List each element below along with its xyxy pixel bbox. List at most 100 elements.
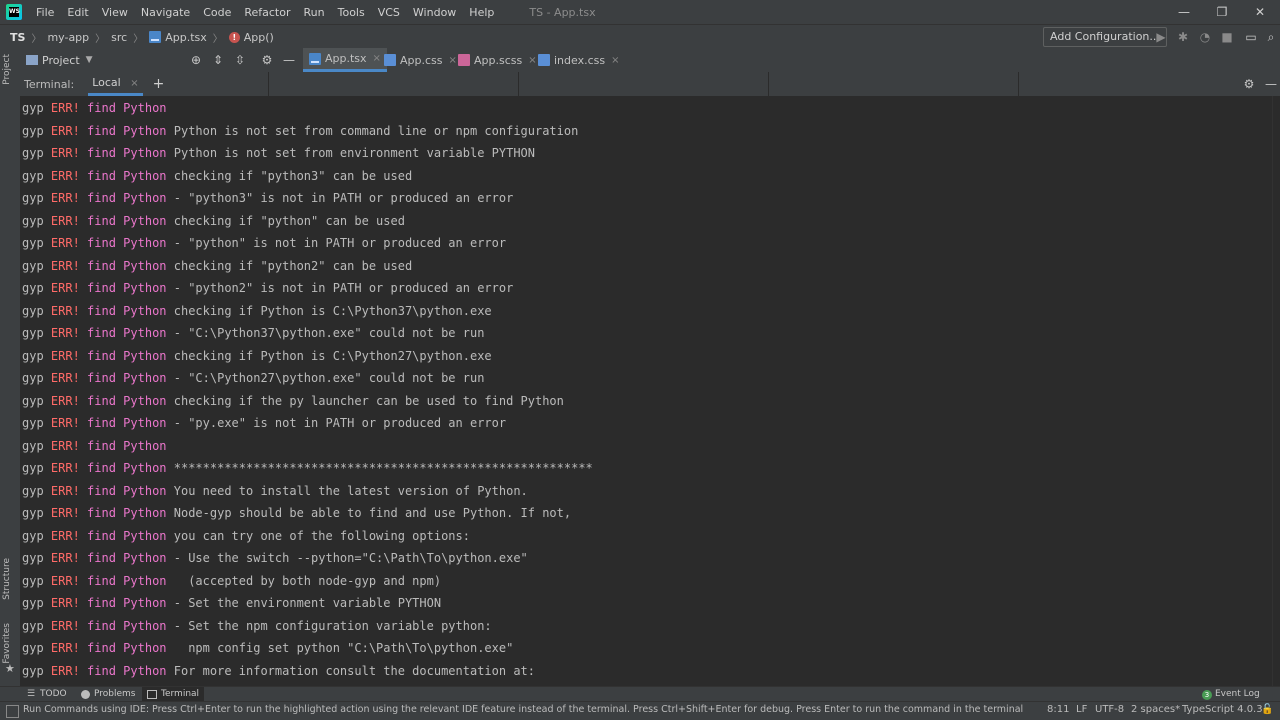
hide-terminal-icon[interactable]: — — [1263, 76, 1279, 92]
project-view-selector[interactable]: Project ▼ — [26, 54, 93, 67]
menu-run[interactable]: Run — [298, 6, 332, 19]
header-divider — [1018, 72, 1019, 96]
menu-tools[interactable]: Tools — [332, 6, 372, 19]
find-python-tag: find Python — [87, 101, 167, 115]
terminal-tool-tab[interactable]: Terminal — [142, 687, 205, 702]
terminal-settings-gear-icon[interactable]: ⚙ — [1241, 76, 1257, 92]
terminal-line: gyp ERR! find Python *******************… — [22, 459, 593, 477]
terminal-tab-local[interactable]: Local × — [88, 72, 143, 96]
menu-refactor[interactable]: Refactor — [238, 6, 297, 19]
gear-icon[interactable]: ⚙ — [259, 52, 275, 68]
tsx-file-icon — [149, 31, 162, 43]
line-separator[interactable]: LF — [1076, 704, 1087, 715]
project-tool-button[interactable]: Project — [2, 54, 12, 85]
menu-vcs[interactable]: VCS — [372, 6, 407, 19]
terminal-line: gyp ERR! find Python - "C:\Python37\pyth… — [22, 324, 484, 342]
hide-panel-icon[interactable]: — — [281, 52, 297, 68]
menu-edit[interactable]: Edit — [61, 6, 95, 19]
language-version[interactable]: TypeScript 4.0.3 — [1182, 704, 1263, 715]
toggle-tool-windows-icon[interactable] — [6, 705, 19, 718]
problems-tool-tab[interactable]: Problems — [76, 687, 140, 702]
tab-app-tsx[interactable]: App.tsx × — [303, 48, 387, 72]
run-icon[interactable]: ▶ — [1153, 29, 1169, 45]
find-python-tag: find Python — [87, 281, 167, 295]
structure-tool-button[interactable]: Structure — [2, 558, 12, 600]
line-message: checking if "python" can be used — [166, 213, 405, 228]
indent-setting[interactable]: 2 spaces* — [1131, 704, 1180, 715]
terminal-line: gyp ERR! find Python checking if "python… — [22, 167, 412, 185]
line-prefix: gyp — [22, 236, 51, 250]
line-message: - Use the switch --python="C:\Path\To\py… — [166, 551, 528, 565]
tab-app-scss[interactable]: App.scss × — [452, 48, 543, 72]
tab-label: App.scss — [474, 53, 523, 67]
locate-file-icon[interactable]: ⊕ — [188, 52, 204, 68]
navigation-bar: TS 〉 my-app 〉 src 〉 App.tsx 〉 ! App() Ad… — [0, 24, 1280, 50]
breadcrumb-src[interactable]: src — [111, 31, 127, 44]
terminal-output[interactable]: gyp ERR! find Python gyp ERR! find Python… — [20, 96, 1272, 686]
collapse-all-icon[interactable]: ⇳ — [232, 52, 248, 68]
error-tag: ERR! — [50, 146, 80, 160]
new-terminal-tab-icon[interactable]: + — [153, 76, 165, 92]
line-prefix: gyp — [22, 461, 51, 475]
debug-icon[interactable]: ✱ — [1175, 29, 1191, 45]
find-python-tag: find Python — [87, 461, 167, 475]
tsx-file-icon — [309, 52, 321, 65]
menu-navigate[interactable]: Navigate — [135, 6, 197, 19]
terminal-line: gyp ERR! find Python Node-gyp should be … — [22, 504, 571, 522]
error-tag: ERR! — [50, 258, 80, 273]
find-python-tag: find Python — [87, 618, 167, 633]
find-python-tag: find Python — [87, 326, 167, 340]
file-encoding[interactable]: UTF-8 — [1095, 704, 1124, 715]
line-message: checking if the py launcher can be used … — [166, 393, 564, 408]
close-tab-icon[interactable]: × — [611, 55, 619, 66]
close-tab-icon[interactable]: × — [130, 78, 138, 89]
breadcrumb-project[interactable]: TS — [10, 31, 25, 44]
tab-index-css[interactable]: index.css × — [532, 48, 626, 72]
line-message: - Set the environment variable PYTHON — [166, 596, 442, 610]
lock-icon[interactable]: 🔓 — [1261, 704, 1273, 715]
line-prefix: gyp — [22, 528, 51, 543]
menu-view[interactable]: View — [96, 6, 135, 19]
close-button[interactable]: ✕ — [1241, 0, 1279, 24]
line-message: ****************************************… — [166, 461, 593, 475]
terminal-line: gyp ERR! find Python checking if "python… — [22, 257, 412, 275]
line-message: - Set the npm configuration variable pyt… — [166, 618, 492, 633]
restore-button[interactable]: ❐ — [1203, 0, 1241, 24]
terminal-line: gyp ERR! find Python You need to install… — [22, 482, 528, 500]
search-icon[interactable]: ⌕ — [1263, 29, 1279, 45]
function-error-icon: ! — [228, 31, 240, 43]
line-message: checking if Python is C:\Python27\python… — [166, 348, 492, 363]
line-message: - "C:\Python27\python.exe" could not be … — [166, 371, 485, 385]
add-configuration-button[interactable]: Add Configuration... — [1043, 27, 1167, 47]
menu-help[interactable]: Help — [463, 6, 501, 19]
terminal-line: gyp ERR! find Python - "python" is not i… — [22, 234, 506, 252]
find-python-tag: find Python — [87, 348, 167, 363]
terminal-line: gyp ERR! find Python - Set the npm confi… — [22, 617, 492, 635]
find-python-tag: find Python — [87, 416, 167, 430]
breadcrumb-my-app[interactable]: my-app — [47, 31, 89, 44]
breadcrumb-file[interactable]: App.tsx — [149, 31, 207, 44]
find-python-tag: find Python — [87, 528, 167, 543]
problems-label: Problems — [94, 689, 136, 699]
line-prefix: gyp — [22, 416, 51, 430]
menu-file[interactable]: File — [30, 6, 61, 19]
header-divider — [268, 72, 269, 96]
tab-label: App.tsx — [325, 52, 367, 65]
line-prefix: gyp — [22, 168, 51, 183]
line-prefix: gyp — [22, 663, 51, 678]
tab-app-css[interactable]: App.css × — [378, 48, 463, 72]
event-log-tool-tab[interactable]: 3 Event Log — [1197, 687, 1265, 702]
stop-icon[interactable]: ■ — [1219, 29, 1235, 45]
minimize-button[interactable]: — — [1165, 0, 1203, 24]
menu-window[interactable]: Window — [407, 6, 463, 19]
find-python-tag: find Python — [87, 371, 167, 385]
coverage-icon[interactable]: ◔ — [1197, 29, 1213, 45]
line-prefix: gyp — [22, 438, 51, 453]
project-structure-icon[interactable]: ▭ — [1243, 29, 1259, 45]
favorites-tool-button[interactable]: Favorites — [2, 623, 12, 664]
caret-position[interactable]: 8:11 — [1047, 704, 1069, 715]
expand-all-icon[interactable]: ⇕ — [210, 52, 226, 68]
breadcrumb-function[interactable]: ! App() — [228, 31, 274, 44]
todo-tool-tab[interactable]: ☰ TODO — [22, 687, 72, 702]
menu-code[interactable]: Code — [197, 6, 238, 19]
